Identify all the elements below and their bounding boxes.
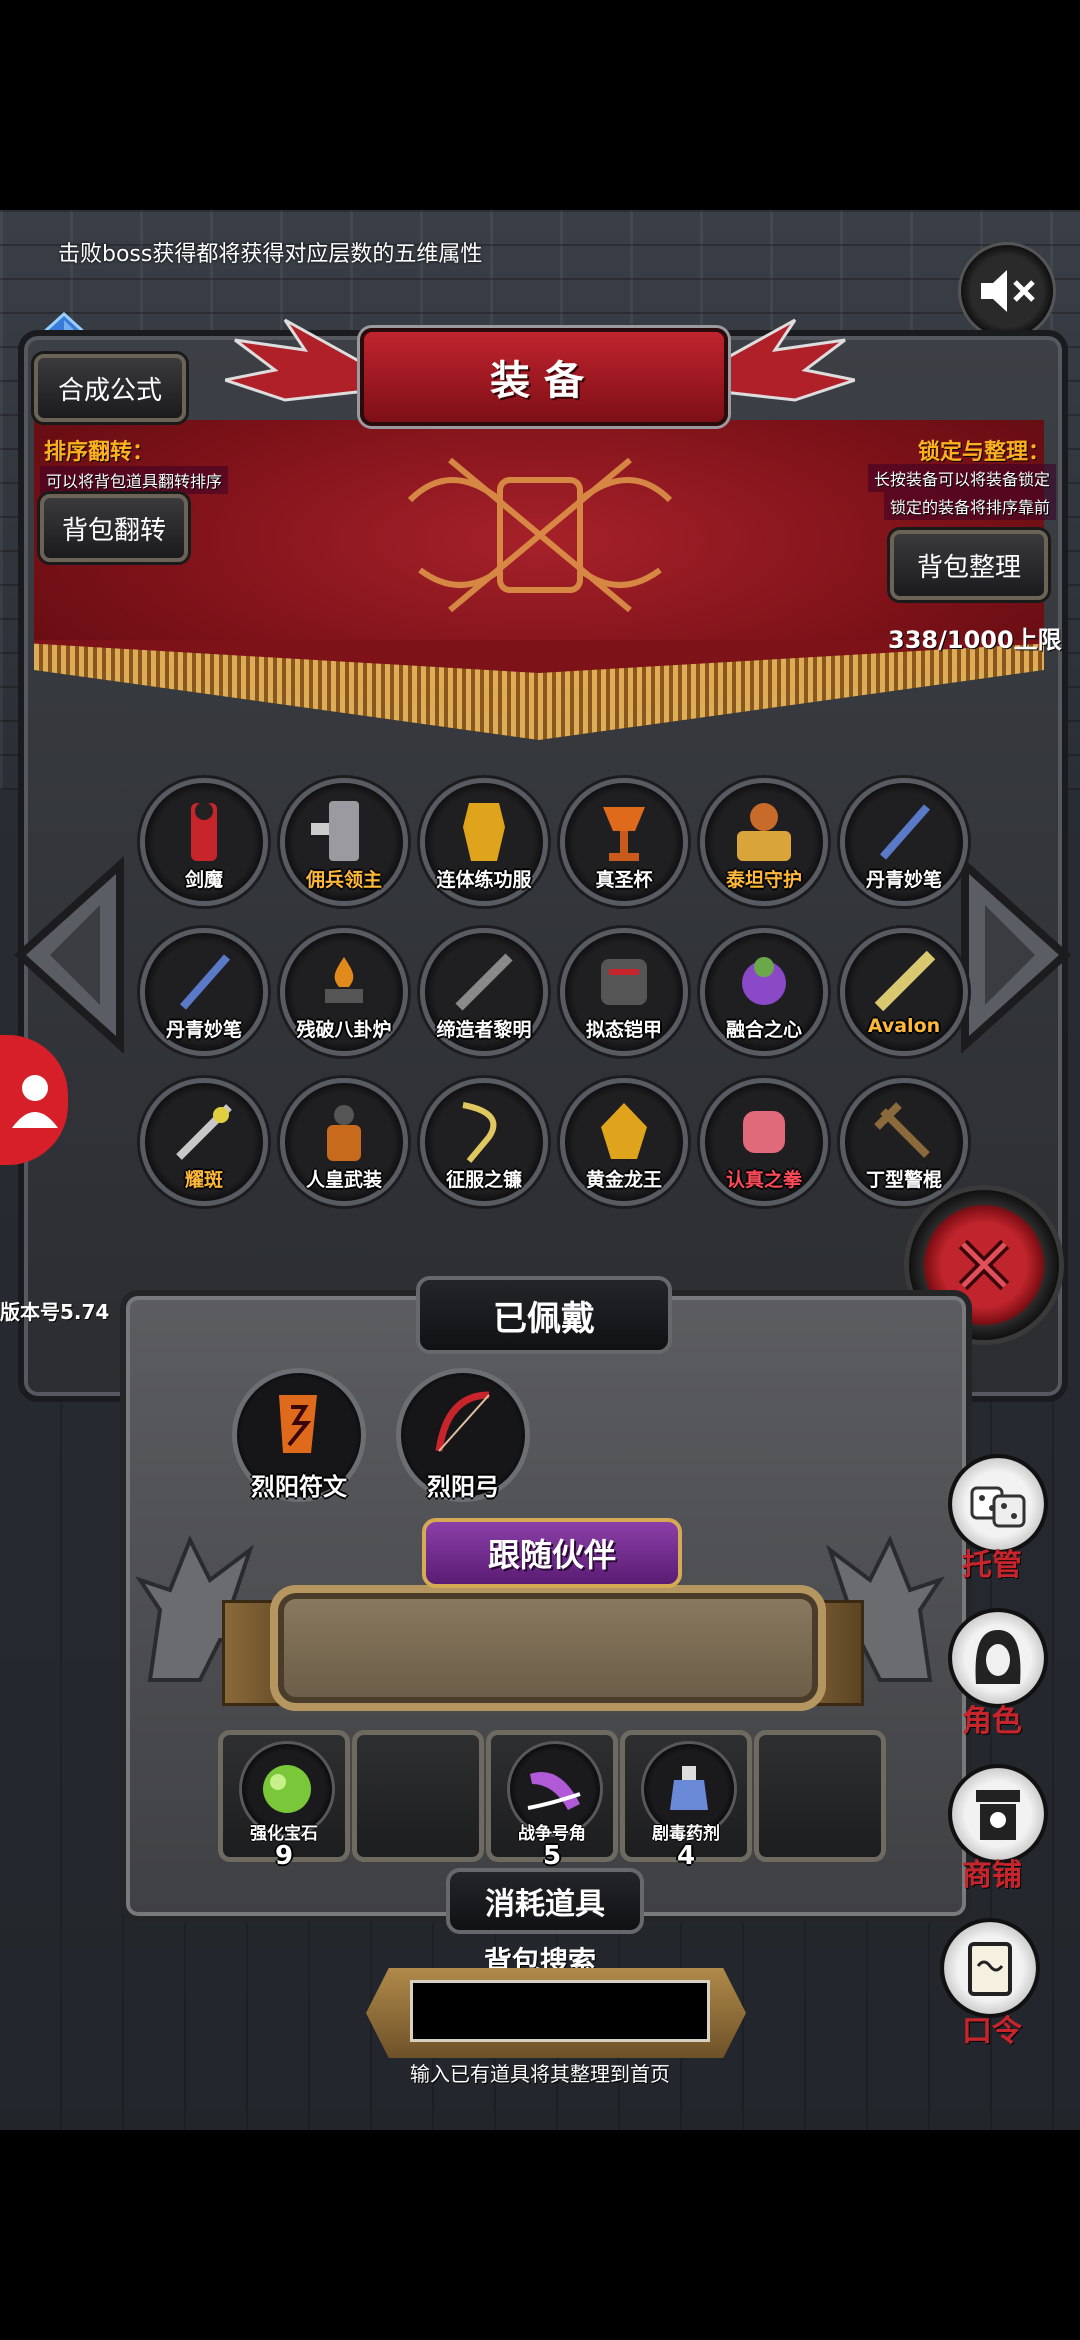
equipped-item-name: 烈阳弓 [427,1473,499,1501]
formula-button[interactable]: 合成公式 [34,354,186,422]
close-icon [958,1239,1010,1291]
consumable-slot[interactable]: 强化宝石 9 [218,1730,350,1871]
speaker-muted-icon [981,270,1035,312]
formula-button-label: 合成公式 [57,375,162,406]
mute-button[interactable] [958,242,1056,340]
companion-header-text: 跟随伙伴 [487,1536,616,1574]
equipped-item-name: 烈阳符文 [251,1473,347,1501]
consumables-header-text: 消耗道具 [485,1887,605,1922]
bow-icon [435,1391,490,1452]
crossed-swords-crest-icon [407,457,673,613]
next-page-arrow-icon[interactable] [955,855,1075,1055]
dice-icon [970,1486,1026,1528]
auto-play-label: 托管 [962,1548,1022,1583]
equipped-slot[interactable]: 烈阳符文 [232,1368,366,1502]
book-icon [968,1942,1012,1996]
equipped-header: 已佩戴 [416,1276,672,1354]
shop-label: 商铺 [962,1858,1022,1893]
top-black-bar [0,0,1080,210]
companion-header: 跟随伙伴 [422,1518,682,1588]
bag-search-input[interactable] [410,1980,710,2042]
equipped-slot[interactable]: 烈阳弓 [396,1368,530,1502]
flip-bag-button[interactable]: 背包翻转 [40,494,188,562]
consumable-slot[interactable]: 剧毒药剂 4 [620,1730,752,1871]
consumable-count: 9 [274,1841,294,1871]
bag-search-hint: 输入已有道具将其整理到首页 [410,2062,670,2086]
code-label: 口令 [962,2014,1022,2049]
lock-desc-2: 锁定的装备将排序靠前 [883,492,1056,520]
left-wing-ornament-icon [225,318,375,402]
version-label: 版本号5.74 [0,1300,110,1324]
boss-hint-text: 击败boss获得都将获得对应层数的五维属性 [58,242,483,267]
organize-bag-button[interactable]: 背包整理 [890,530,1048,600]
character-label: 角色 [962,1704,1022,1739]
lock-desc-1: 长按装备可以将装备锁定 [867,464,1056,492]
sort-flip-title: 排序翻转： [44,440,155,465]
consumable-slot[interactable]: 战争号角 5 [486,1730,618,1871]
equipment-title: 装备 [360,328,728,426]
code-button[interactable] [940,1918,1040,2018]
consumables-header: 消耗道具 [446,1868,644,1934]
rune-icon [279,1395,317,1453]
auto-play-button[interactable] [948,1454,1048,1554]
sort-flip-desc: 可以将背包道具翻转排序 [40,466,229,494]
bottom-black-bar [0,2130,1080,2340]
shop-icon [976,1790,1020,1840]
organize-bag-button-label: 背包整理 [916,552,1021,583]
lock-organize-title: 锁定与整理： [917,440,1050,465]
consumable-slot-empty[interactable] [352,1730,484,1862]
character-button[interactable] [948,1608,1048,1708]
consumable-count: 4 [676,1841,696,1871]
equipment-title-text: 装备 [490,358,598,404]
shop-button[interactable] [948,1764,1048,1864]
companion-slot[interactable] [270,1585,826,1711]
consumable-count: 5 [542,1841,562,1871]
user-icon [12,1075,58,1128]
hood-icon [975,1630,1021,1684]
flip-bag-button-label: 背包翻转 [61,515,166,546]
consumable-slot-empty[interactable] [754,1730,886,1862]
previous-page-arrow-icon[interactable] [10,855,130,1055]
bag-capacity: 338/1000上限 [888,626,1062,654]
equipped-header-text: 已佩戴 [493,1298,595,1339]
